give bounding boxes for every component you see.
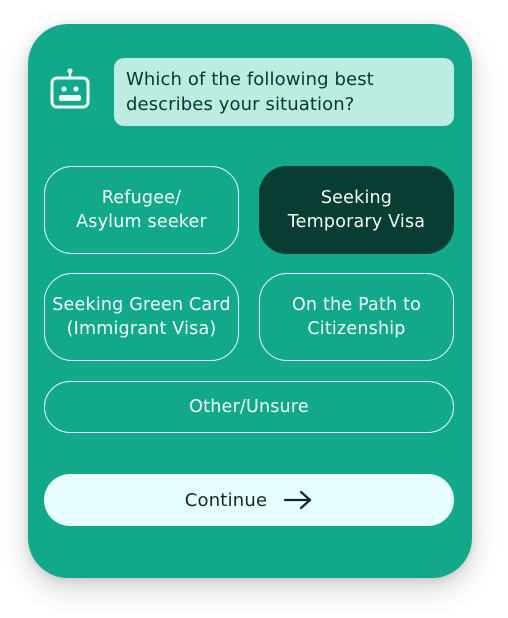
option-temporary-visa[interactable]: Seeking Temporary Visa (259, 166, 454, 254)
continue-label: Continue (184, 489, 268, 511)
question-bubble: Which of the following best describes yo… (114, 58, 454, 126)
option-path-to-citizenship[interactable]: On the Path to Citizenship (259, 273, 454, 361)
option-refugee-asylum[interactable]: Refugee/ Asylum seeker (44, 166, 239, 254)
option-other-unsure[interactable]: Other/Unsure (44, 381, 454, 433)
option-label: Other/Unsure (189, 397, 309, 417)
option-label: Seeking Green Card (Immigrant Visa) (52, 295, 231, 339)
option-label: Seeking Temporary Visa (287, 188, 426, 232)
question-text: Which of the following best describes yo… (126, 69, 374, 115)
option-label: Refugee/ Asylum seeker (76, 188, 207, 232)
option-green-card[interactable]: Seeking Green Card (Immigrant Visa) (44, 273, 239, 361)
option-label: On the Path to Citizenship (291, 295, 422, 339)
robot-icon (48, 67, 92, 111)
arrow-right-icon (283, 490, 313, 510)
continue-button[interactable]: Continue (44, 474, 454, 526)
chat-card: Which of the following best describes yo… (28, 24, 472, 578)
